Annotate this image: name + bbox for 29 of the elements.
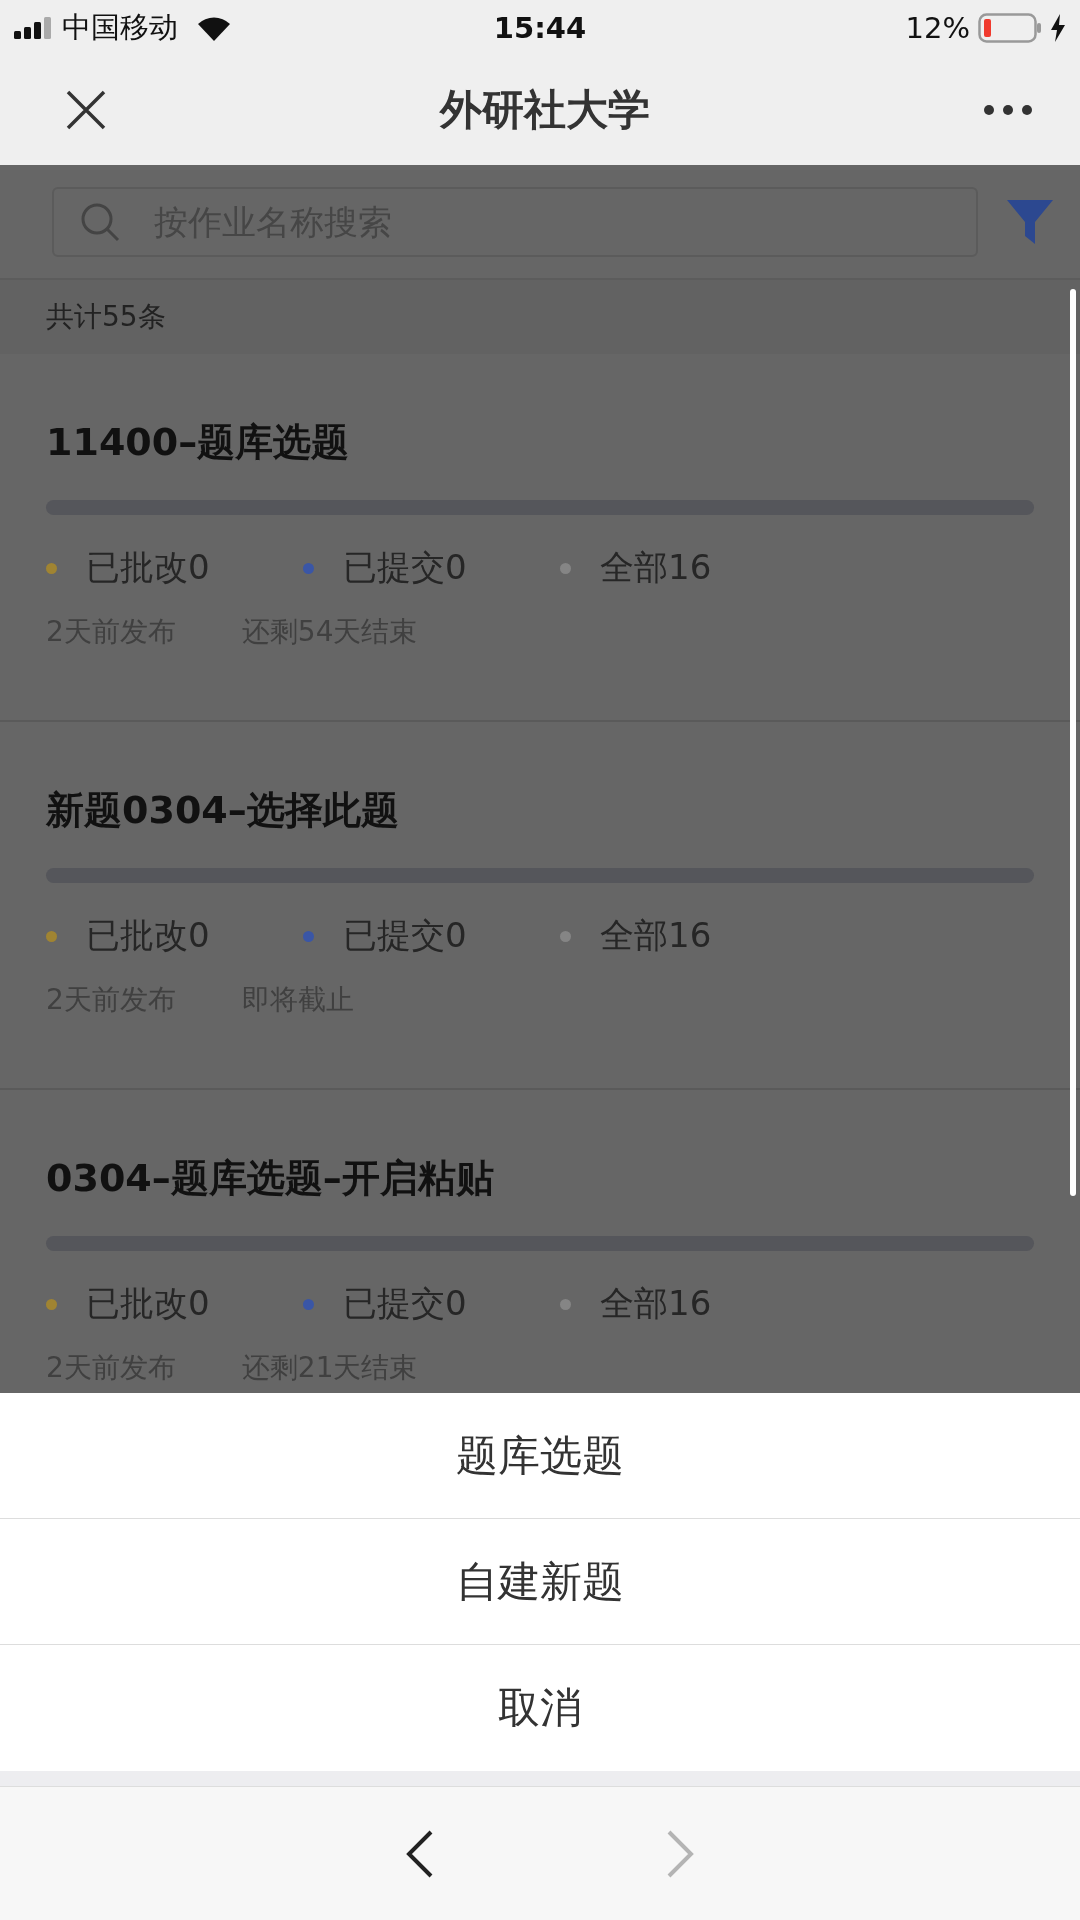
stat-label: 全部16	[600, 1282, 712, 1325]
assignment-title: 0304–题库选题–开启粘贴	[46, 1155, 495, 1202]
stat-label: 已提交0	[343, 1282, 467, 1325]
search-icon	[80, 201, 120, 242]
sheet-option[interactable]: 题库选题	[0, 1393, 1080, 1519]
clock-time: 15:44	[493, 10, 587, 45]
assignment-title: 11400–题库选题	[46, 419, 351, 466]
sheet-option[interactable]: 自建新题	[0, 1519, 1080, 1645]
carrier-name: 中国移动	[62, 8, 178, 46]
assignment-title: 新题0304–选择此题	[46, 787, 400, 834]
chevron-right-icon	[665, 1829, 695, 1878]
stat-label: 全部16	[600, 914, 712, 957]
more-icon	[984, 105, 1032, 115]
chevron-left-icon	[405, 1829, 435, 1878]
scrollbar[interactable]	[1070, 289, 1076, 1196]
stat-label: 已提交0	[343, 546, 467, 589]
stat-label: 已批改0	[86, 1282, 210, 1325]
close-icon	[66, 90, 106, 130]
charging-icon	[1050, 13, 1066, 42]
sheet-option[interactable]: 取消	[0, 1645, 1080, 1771]
page-title: 外研社大学	[440, 84, 650, 136]
battery-icon	[978, 12, 1042, 43]
stat-label: 已批改0	[86, 546, 210, 589]
total-count: 共计55条	[0, 280, 1080, 354]
stat-label: 全部16	[600, 546, 712, 589]
battery-percent: 12%	[905, 10, 970, 45]
signal-icon	[14, 16, 54, 39]
stat-label: 已提交0	[343, 914, 467, 957]
stat-label: 已批改0	[86, 914, 210, 957]
